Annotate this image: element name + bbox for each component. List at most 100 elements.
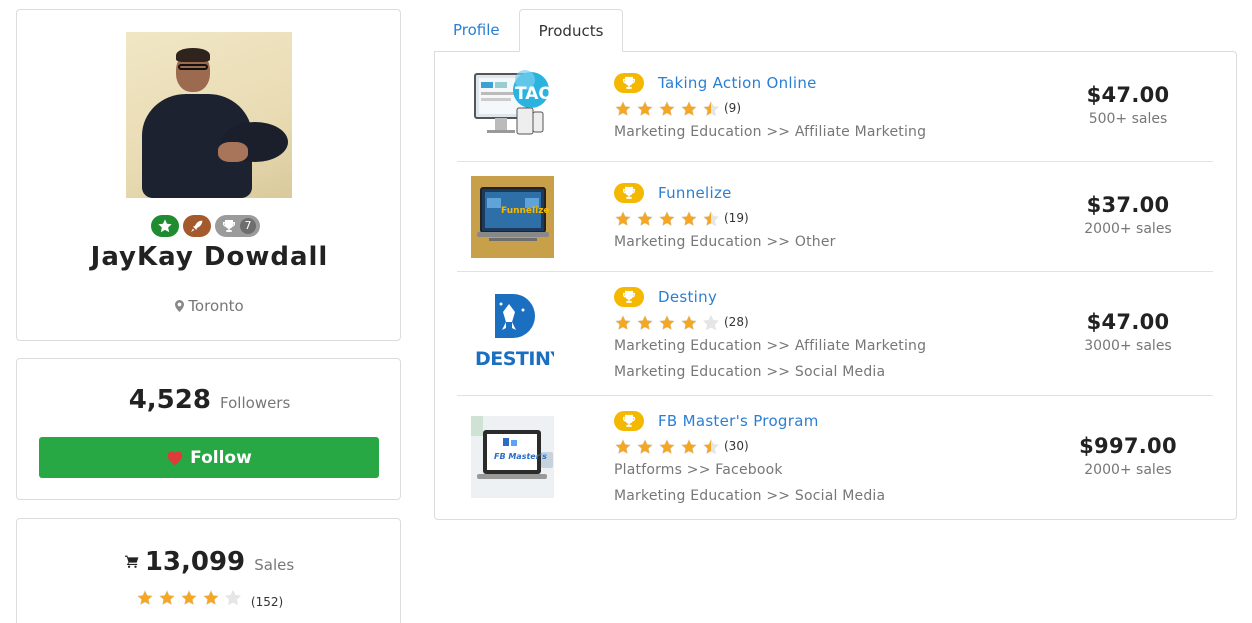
product-info: Funnelize (19) Marketing Education >> Ot… [614,182,836,255]
product-title-link[interactable]: Destiny [658,288,717,306]
product-category: Marketing Education >> Affiliate Marketi… [614,338,927,354]
trophy-icon [614,73,644,93]
product-sales: 2000+ sales [1084,221,1172,237]
tab-products[interactable]: Products [518,9,624,52]
product-row: DESTINY Destiny (28) Marketing Education… [457,272,1213,396]
followers-stat: 4,528 Followers [17,385,402,415]
follow-button[interactable]: Follow [39,437,379,478]
product-price-block: $47.00 3000+ sales [1057,310,1199,354]
sales-card: 13,099 Sales (152) [16,518,401,623]
product-price: $47.00 [1086,83,1170,107]
product-price-block: $37.00 2000+ sales [1057,193,1199,237]
trophy-icon [614,287,644,307]
product-row: Funnelize Funnelize (19) Marketing Educa… [457,162,1213,272]
products-card: TAO Taking Action Online (9) Marketing E… [434,51,1237,520]
followers-card: 4,528 Followers Follow [16,358,401,500]
heart-icon [167,450,183,465]
profile-card: 7 JayKay Dowdall Toronto [16,9,401,341]
product-row: FB Master's FB Master's Program (30) Pla… [457,396,1213,520]
product-rating: (19) [614,207,836,229]
star-full-icon [615,210,631,226]
product-rating: (28) [614,311,926,333]
product-rating-count: (28) [724,315,749,329]
profile-location: Toronto [17,297,402,315]
avatar[interactable] [126,32,292,198]
star-full-icon [637,438,653,454]
thumb-text: Funnelize [501,206,550,216]
star-full-icon [202,589,219,606]
star-full-icon [615,438,631,454]
product-category: Platforms >> Facebook [614,462,783,478]
product-price-block: $997.00 2000+ sales [1057,434,1199,478]
product-category: Marketing Education >> Social Media [614,364,886,380]
product-thumbnail[interactable]: FB Master's [471,416,554,498]
sales-rating-count: (152) [250,595,284,609]
product-stars [614,210,720,227]
product-stars [614,438,720,455]
product-title-link[interactable]: Funnelize [658,184,732,202]
product-rating-count: (30) [724,439,749,453]
star-full-icon [637,210,653,226]
product-rating-count: (9) [724,101,741,115]
product-price: $37.00 [1086,193,1170,217]
star-full-icon [681,210,697,226]
product-category: Marketing Education >> Other [614,234,836,250]
product-thumbnail[interactable]: DESTINY [471,292,554,374]
product-category: Marketing Education >> Affiliate Marketi… [614,124,927,140]
badge-count: 7 [240,218,256,234]
product-rating-count: (19) [724,211,749,225]
star-full-icon [681,100,697,116]
product-category: Marketing Education >> Social Media [614,488,886,504]
star-full-icon [659,438,675,454]
followers-count: 4,528 [128,385,211,415]
star-full-icon [615,314,631,330]
sales-rating: (152) [17,589,402,610]
thumb-text: FB Master's [494,452,547,461]
product-rating: (30) [614,435,885,457]
product-rating: (9) [614,97,926,119]
location-text: Toronto [188,297,244,315]
thumb-text: DESTINY [475,348,554,370]
product-info: Taking Action Online (9) Marketing Educa… [614,72,926,145]
trophy-badge-group: 7 [215,215,260,237]
product-info: Destiny (28) Marketing Education >> Affi… [614,286,926,385]
product-price: $997.00 [1079,434,1177,458]
product-stars [614,100,720,117]
star-full-icon [637,314,653,330]
followers-label: Followers [220,394,291,412]
star-full-icon [180,589,197,606]
map-pin-icon [175,300,185,312]
tab-profile[interactable]: Profile [434,9,519,52]
sales-count: 13,099 [144,547,246,577]
star-empty-icon [703,314,719,330]
star-empty-icon [224,589,241,606]
star-half-icon [703,100,719,116]
star-full-icon [659,314,675,330]
cart-icon [124,555,139,568]
rocket-badge-icon [183,215,211,237]
star-badge-icon [151,215,179,237]
product-sales: 500+ sales [1088,111,1168,127]
star-full-icon [615,100,631,116]
sales-stars [136,589,242,606]
star-full-icon [659,100,675,116]
product-info: FB Master's Program (30) Platforms >> Fa… [614,410,885,509]
product-sales: 2000+ sales [1084,462,1172,478]
sales-stat: 13,099 Sales [17,547,402,577]
product-title-link[interactable]: Taking Action Online [658,74,817,92]
badges: 7 [151,215,260,239]
product-title-link[interactable]: FB Master's Program [658,412,819,430]
star-half-icon [703,210,719,226]
star-half-icon [703,438,719,454]
star-full-icon [158,589,175,606]
sales-label: Sales [254,556,295,574]
profile-name: JayKay Dowdall [90,242,329,272]
product-thumbnail[interactable]: Funnelize [471,176,554,258]
star-full-icon [637,100,653,116]
product-sales: 3000+ sales [1084,338,1172,354]
product-row: TAO Taking Action Online (9) Marketing E… [457,52,1213,162]
trophy-icon [614,411,644,431]
product-thumbnail[interactable]: TAO [471,66,554,148]
star-full-icon [136,589,153,606]
product-price: $47.00 [1086,310,1170,334]
